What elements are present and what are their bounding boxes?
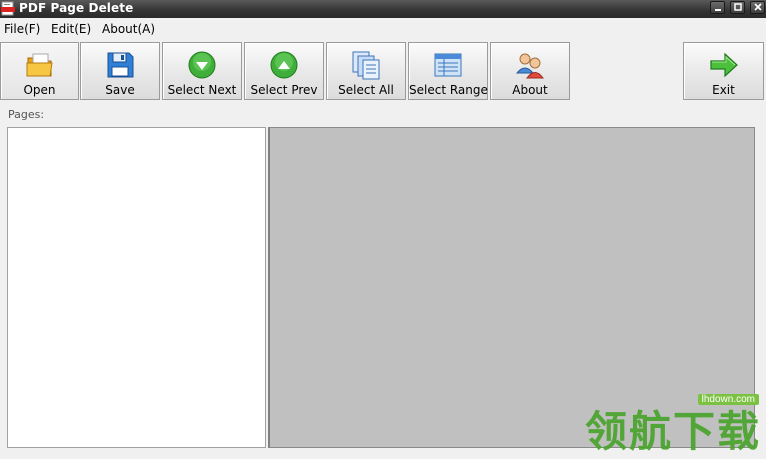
watermark: lhdown.com 领航下载 [585, 392, 765, 456]
select-next-label: Select Next [167, 83, 237, 97]
pdf-app-icon [1, 1, 15, 16]
minimize-icon [715, 9, 721, 11]
menu-edit[interactable]: Edit(E) [51, 22, 91, 36]
pages-label: Pages: [8, 108, 45, 121]
menu-about[interactable]: About(A) [102, 22, 155, 36]
open-label: Open [23, 83, 56, 97]
watermark-text: 领航下载 [585, 407, 762, 456]
open-button[interactable]: Open [0, 42, 79, 100]
select-all-label: Select All [338, 83, 394, 97]
green-arrow-down-icon [188, 51, 216, 79]
folder-open-icon [26, 53, 53, 77]
title-bar: PDF Page Delete [0, 0, 766, 18]
menu-file[interactable]: File(F) [4, 22, 40, 36]
select-prev-button[interactable]: Select Prev [244, 42, 324, 100]
close-button[interactable] [750, 1, 765, 14]
select-next-button[interactable]: Select Next [162, 42, 242, 100]
select-range-label: Select Range [409, 83, 488, 97]
exit-button[interactable]: Exit [683, 42, 764, 100]
select-range-button[interactable]: Select Range [408, 42, 488, 100]
green-arrow-right-icon [709, 52, 738, 78]
save-label: Save [105, 83, 135, 97]
users-icon [515, 53, 544, 79]
about-label: About [512, 83, 548, 97]
save-button[interactable]: Save [80, 42, 160, 100]
menu-bar: File(F) Edit(E) About(A) [0, 19, 766, 41]
select-all-button[interactable]: Select All [326, 42, 406, 100]
floppy-disk-icon [107, 52, 134, 78]
green-arrow-up-icon [270, 51, 298, 79]
close-icon [754, 3, 762, 11]
pages-list[interactable] [7, 127, 266, 448]
exit-label: Exit [712, 83, 735, 97]
minimize-button[interactable] [710, 1, 725, 14]
window-title: PDF Page Delete [19, 1, 134, 15]
page-range-icon [434, 53, 462, 77]
about-button[interactable]: About [490, 42, 570, 100]
stacked-pages-icon [352, 51, 380, 80]
maximize-icon [734, 3, 742, 11]
maximize-button[interactable] [730, 1, 745, 14]
select-prev-label: Select Prev [250, 83, 318, 97]
